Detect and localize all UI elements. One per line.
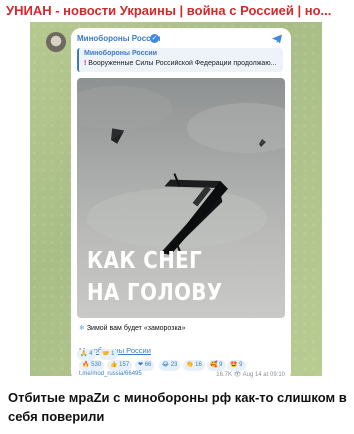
verified-badge-icon: ✓ xyxy=(150,34,159,43)
eye-icon: 👁 xyxy=(233,372,242,378)
post-link[interactable]: t.me/mod_russia/66495 xyxy=(79,371,142,377)
media-headline-line1: КАК СНЕГ xyxy=(87,248,203,274)
reply-text: ! Вооруженные Силы Российской Федерации … xyxy=(84,60,277,67)
reply-author: Минобороны России xyxy=(84,50,158,57)
snowflake-icon: ❄ xyxy=(79,325,85,332)
exclamation-icon: ! xyxy=(84,60,87,67)
share-icon[interactable] xyxy=(271,33,283,45)
reaction-heart[interactable]: ❤ 66 xyxy=(135,360,155,371)
reaction-love[interactable]: 🥰 9 xyxy=(207,360,226,371)
message-bubble: Минобороны России ✓ Минобороны России ! … xyxy=(71,28,291,382)
channel-title[interactable]: УНИАН - новости Украины | война с Россие… xyxy=(6,3,331,18)
reply-quote[interactable]: Минобороны России ! Вооруженные Силы Рос… xyxy=(77,48,283,72)
sender-avatar[interactable] xyxy=(46,32,66,52)
sender-name[interactable]: Минобороны России xyxy=(77,34,160,43)
post-meta: 16.7K 👁 Aug 14 at 09:10 xyxy=(216,371,285,378)
media-image[interactable]: КАК СНЕГ НА ГОЛОВУ xyxy=(77,78,285,318)
post-date: Aug 14 at 09:10 xyxy=(242,372,285,378)
reaction-laugh[interactable]: 😂 23 xyxy=(159,360,181,371)
views-count: 16.7K xyxy=(216,372,232,378)
media-headline-line2: НА ГОЛОВУ xyxy=(87,280,223,306)
reaction-clap[interactable]: 👏 16 xyxy=(183,360,205,371)
article-header: УНИАН - новости Украины | война с Россие… xyxy=(0,0,354,22)
reaction-handshake[interactable]: 🤝 1 xyxy=(99,349,118,360)
reaction-pray[interactable]: 🙏 4 xyxy=(77,349,96,360)
reaction-thumbs-up[interactable]: 👍 157 xyxy=(107,360,133,371)
message-caption: ❄ Зимой вам будет «заморозка» xyxy=(79,325,186,332)
reaction-star-eyes[interactable]: 🤩 9 xyxy=(227,360,246,371)
reaction-fire[interactable]: 🔥 530 xyxy=(79,360,105,371)
post-text: Отбитые мраZи с минобороны рф как-то сли… xyxy=(8,390,347,424)
